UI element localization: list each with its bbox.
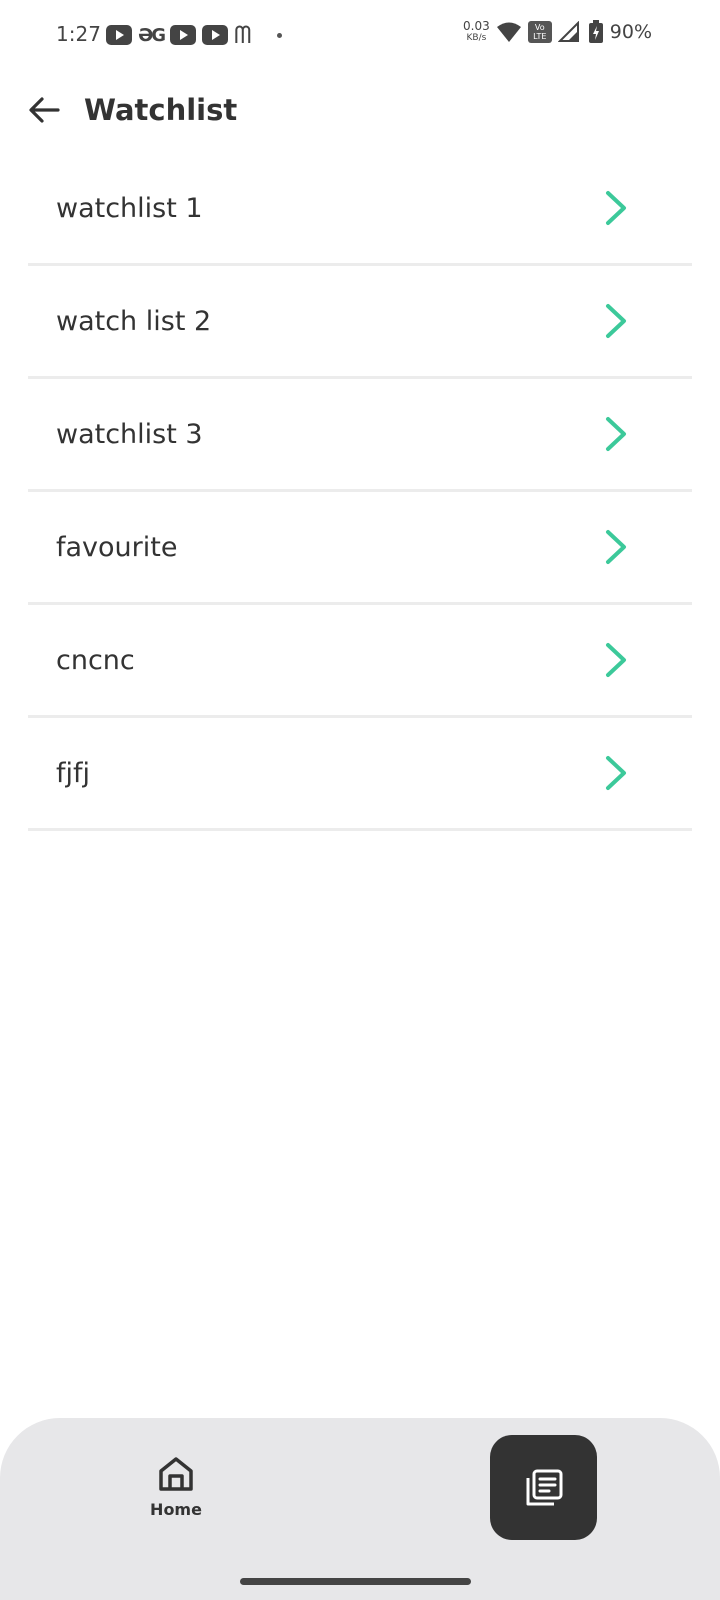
cellular-signal-icon <box>557 21 579 42</box>
nav-home-label: Home <box>150 1500 202 1519</box>
watchlist-item-label: watchlist 1 <box>56 192 203 224</box>
youtube-notification-icon <box>170 25 197 45</box>
watchlist-list: watchlist 1 watch list 2 watchlist 3 fav… <box>28 153 692 831</box>
chevron-right-icon <box>606 530 626 564</box>
status-bar: 1:27 ƏG ᗰ 0.03 KB/s Vo LTE 90% <box>0 0 720 70</box>
chevron-right-icon <box>606 304 626 338</box>
chevron-right-icon <box>606 756 626 790</box>
network-speed-unit: KB/s <box>466 33 487 43</box>
chevron-right-icon <box>606 643 626 677</box>
wifi-icon <box>496 22 521 42</box>
watchlist-item-label: fjfj <box>56 757 91 789</box>
watchlist-item[interactable]: watchlist 1 <box>28 153 692 266</box>
watchlist-item[interactable]: watch list 2 <box>28 266 692 379</box>
watchlist-item[interactable]: favourite <box>28 492 692 605</box>
chevron-right-icon <box>606 191 626 225</box>
watchlist-item[interactable]: fjfj <box>28 718 692 831</box>
bottom-navigation: Home <box>0 1418 720 1600</box>
watchlist-item[interactable]: cncnc <box>28 605 692 718</box>
watchlist-item-label: favourite <box>56 531 178 563</box>
watchlist-item-label: cncnc <box>56 644 135 676</box>
youtube-notification-icon <box>202 25 229 45</box>
youtube-notification-icon <box>106 25 132 45</box>
notification-icons: ƏG ᗰ <box>106 21 283 49</box>
nav-watchlist-tab[interactable] <box>490 1435 597 1540</box>
gesture-navigation-bar[interactable] <box>240 1578 471 1585</box>
back-arrow-icon <box>29 97 60 123</box>
network-speed-value: 0.03 <box>463 19 490 33</box>
watchlist-screen: 1:27 ƏG ᗰ 0.03 KB/s Vo LTE 90% Watchlist… <box>0 0 720 1600</box>
mcdonalds-notification-icon: ᗰ <box>234 21 252 49</box>
back-button[interactable] <box>22 88 66 132</box>
volte-top-label: Vo <box>534 23 545 32</box>
volte-icon: Vo LTE <box>527 21 552 43</box>
status-indicators: 0.03 KB/s Vo LTE 90% <box>463 20 652 44</box>
battery-percentage: 90% <box>609 21 652 43</box>
watchlist-item-label: watchlist 3 <box>56 418 203 450</box>
nav-home-tab[interactable]: Home <box>140 1454 212 1534</box>
watchlist-item-label: watch list 2 <box>56 305 212 337</box>
chevron-right-icon <box>606 417 626 451</box>
home-icon <box>159 1457 193 1491</box>
app-header: Watchlist <box>0 78 720 148</box>
more-notifications-dot-icon <box>277 32 283 38</box>
status-time: 1:27 <box>56 22 101 46</box>
watchlist-item[interactable]: watchlist 3 <box>28 379 692 492</box>
network-speed: 0.03 KB/s <box>463 20 490 44</box>
geeksforgeeks-notification-icon: ƏG <box>138 24 166 46</box>
battery-charging-icon <box>588 20 603 43</box>
page-title: Watchlist <box>84 93 238 127</box>
watchlist-icon <box>526 1469 562 1505</box>
volte-bottom-label: LTE <box>533 32 547 41</box>
